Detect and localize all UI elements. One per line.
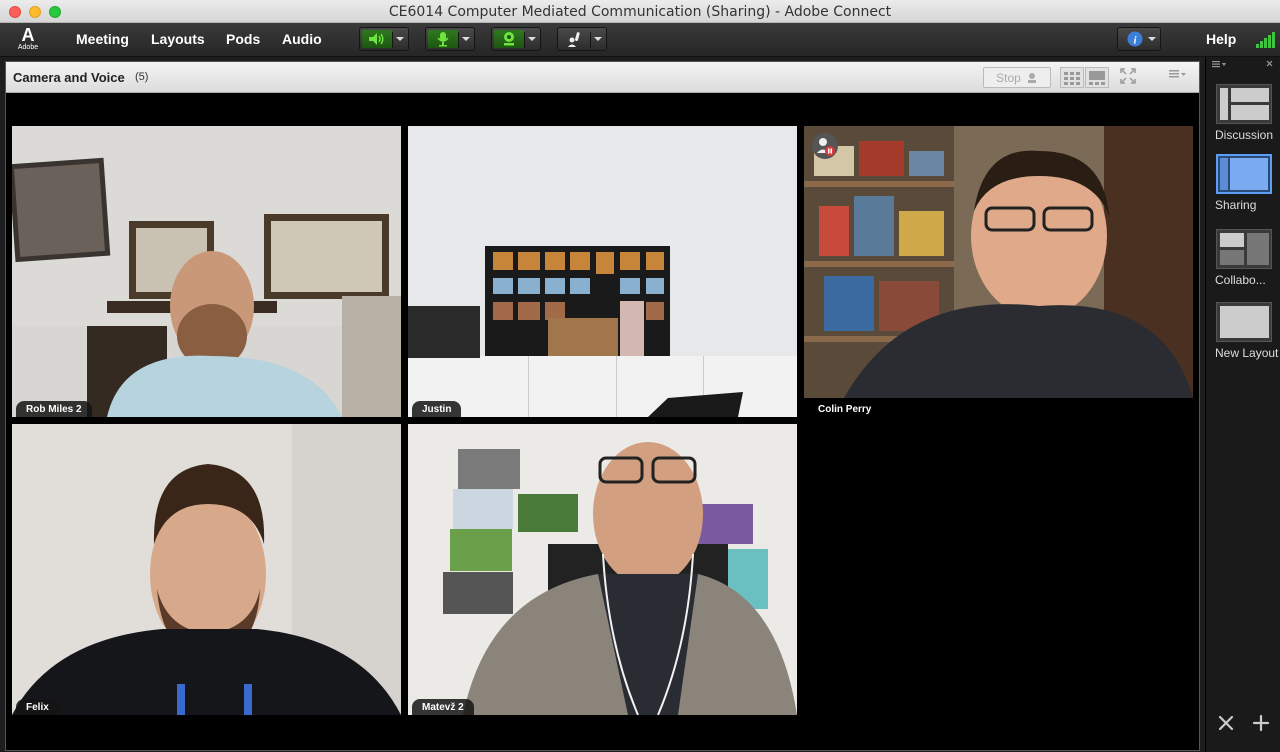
connection-signal-icon	[1256, 32, 1276, 48]
layout-label: New Layout	[1215, 346, 1279, 360]
pod-options-menu-icon[interactable]	[1169, 68, 1187, 83]
window-title: CE6014 Computer Mediated Communication (…	[388, 4, 892, 20]
layout-label: Collabo...	[1215, 273, 1266, 287]
window-titlebar: CE6014 Computer Mediated Communication (…	[0, 0, 1280, 23]
add-layout-icon[interactable]	[1252, 714, 1270, 738]
adobe-logo: A Adobe	[14, 26, 42, 54]
stop-sharing-button[interactable]: Stop	[983, 67, 1051, 88]
video-frame	[408, 424, 797, 715]
microphone-icon	[428, 30, 458, 48]
video-frame	[12, 424, 401, 715]
video-feed-felix[interactable]: Felix	[12, 424, 401, 715]
speaker-icon	[362, 30, 392, 48]
video-frame	[12, 126, 401, 417]
layouts-bar-menu-icon[interactable]	[1212, 59, 1276, 71]
camera-voice-pod: Camera and Voice (5) Stop Rob Miles 2 Ju…	[5, 61, 1200, 751]
menu-layouts[interactable]: Layouts	[151, 31, 205, 47]
layout-collaboration[interactable]: Collabo...	[1215, 229, 1275, 287]
pod-header: Camera and Voice (5) Stop	[6, 62, 1199, 93]
microphone-button[interactable]	[425, 27, 475, 51]
webcam-button[interactable]	[491, 27, 541, 51]
info-button[interactable]: i	[1117, 27, 1161, 51]
video-feed-colin-perry[interactable]: Colin Perry	[804, 126, 1193, 417]
menu-pods[interactable]: Pods	[226, 31, 260, 47]
speaker-separator	[392, 32, 393, 48]
mic-separator	[458, 32, 459, 48]
raise-hand-icon	[560, 30, 590, 48]
layout-new-layout[interactable]: New Layout	[1215, 302, 1279, 360]
fullscreen-icon[interactable]	[1120, 68, 1136, 87]
webcam-separator	[524, 32, 525, 48]
chevron-down-icon[interactable]	[594, 37, 602, 41]
participant-name-tag: Felix	[16, 699, 59, 715]
layouts-bar: Discussion Sharing Collabo... New Layout	[1205, 57, 1280, 752]
chevron-down-icon[interactable]	[528, 37, 536, 41]
participant-name-tag: Colin Perry	[808, 401, 882, 417]
stop-label: Stop	[996, 70, 1021, 85]
menu-meeting[interactable]: Meeting	[76, 31, 129, 47]
menu-bar: A Adobe Meeting Layouts Pods Audio i Hel…	[0, 23, 1280, 57]
participant-name-tag: Justin	[412, 401, 462, 417]
layout-sharing[interactable]: Sharing	[1215, 154, 1275, 212]
raise-hand-separator	[590, 32, 591, 48]
video-feed-rob-miles[interactable]: Rob Miles 2	[12, 126, 401, 417]
speaker-button[interactable]	[359, 27, 409, 51]
adobe-logo-text: Adobe	[17, 44, 39, 51]
webcam-small-icon	[1027, 72, 1036, 83]
pod-title: Camera and Voice	[13, 70, 125, 85]
raise-hand-button[interactable]	[557, 27, 607, 51]
participant-name-tag: Matevž 2	[412, 699, 474, 715]
help-menu[interactable]: Help	[1206, 31, 1236, 47]
webcam-icon	[494, 30, 524, 48]
chevron-down-icon[interactable]	[1148, 37, 1156, 41]
video-feed-justin[interactable]: Justin	[408, 126, 797, 417]
layout-thumbnail	[1216, 229, 1272, 269]
adobe-logo-glyph: A	[21, 25, 35, 45]
info-icon: i	[1124, 30, 1146, 48]
chevron-down-icon[interactable]	[462, 37, 470, 41]
layout-label: Sharing	[1215, 198, 1257, 212]
muted-microphone-icon	[812, 133, 838, 159]
video-frame	[408, 126, 797, 417]
chevron-down-icon[interactable]	[396, 37, 404, 41]
manage-layouts-icon[interactable]	[1217, 714, 1235, 738]
menu-audio[interactable]: Audio	[282, 31, 322, 47]
layout-thumbnail	[1216, 84, 1272, 124]
layout-discussion[interactable]: Discussion	[1215, 84, 1275, 142]
video-frame	[804, 126, 1193, 398]
layout-thumbnail	[1216, 154, 1272, 194]
grid-view-button[interactable]	[1060, 67, 1084, 88]
participant-name-tag: Rob Miles 2	[16, 401, 92, 417]
participant-count: (5)	[135, 71, 149, 83]
layout-thumbnail	[1216, 302, 1272, 342]
filmstrip-view-button[interactable]	[1085, 67, 1109, 88]
layout-label: Discussion	[1215, 128, 1274, 142]
video-feed-matevz[interactable]: Matevž 2	[408, 424, 797, 715]
